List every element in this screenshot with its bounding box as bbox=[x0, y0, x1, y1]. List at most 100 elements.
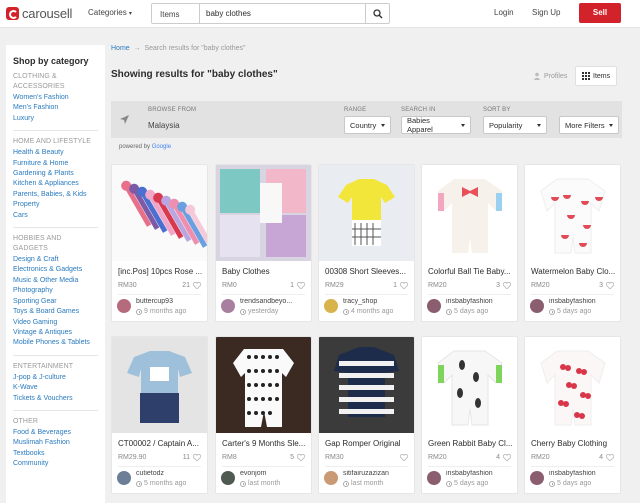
location-button[interactable] bbox=[111, 101, 137, 138]
sidebar-category-link[interactable]: Parents, Babies, & Kids bbox=[13, 190, 98, 200]
listing-title[interactable]: Carter's 9 Months Sle... bbox=[222, 439, 308, 448]
search-input[interactable] bbox=[200, 4, 365, 23]
like-button[interactable] bbox=[397, 454, 408, 461]
sidebar-category-link[interactable]: Community bbox=[13, 459, 98, 469]
seller-avatar[interactable] bbox=[324, 471, 338, 485]
like-button[interactable]: 5 bbox=[290, 454, 305, 461]
sidebar-category-link[interactable]: Textbooks bbox=[13, 449, 98, 459]
listing-title[interactable]: Colorful Ball Tie Baby... bbox=[428, 267, 514, 276]
sidebar-category-link[interactable]: K-Wave bbox=[13, 383, 98, 393]
sidebar-category-link[interactable]: Property bbox=[13, 200, 98, 210]
seller-name[interactable]: cutietodz bbox=[136, 470, 204, 477]
like-button[interactable]: 11 bbox=[183, 454, 201, 461]
sidebar-category-link[interactable]: Electronics & Gadgets bbox=[13, 265, 98, 275]
seller-name[interactable]: tracy_shop bbox=[343, 298, 411, 305]
listing-title[interactable]: CT00002 / Captain A... bbox=[118, 439, 204, 448]
sidebar-category-link[interactable]: Gardening & Plants bbox=[13, 169, 98, 179]
carousell-logo[interactable]: carousell bbox=[6, 6, 72, 21]
listing-title[interactable]: Cherry Baby Clothing bbox=[531, 439, 617, 448]
like-button[interactable]: 21 bbox=[182, 282, 201, 289]
listing-card[interactable]: Gap Romper Original RM30 sitifairuzazizan l… bbox=[318, 336, 415, 494]
listing-photo[interactable] bbox=[319, 165, 414, 261]
sidebar-category-link[interactable]: Sporting Gear bbox=[13, 297, 98, 307]
profiles-toggle[interactable]: Profiles bbox=[527, 66, 573, 86]
items-toggle[interactable]: Items bbox=[575, 66, 618, 86]
listing-title[interactable]: 00308 Short Sleeves... bbox=[325, 267, 411, 276]
listing-photo[interactable] bbox=[112, 165, 207, 261]
listing-photo[interactable] bbox=[422, 337, 517, 433]
like-button[interactable]: 4 bbox=[496, 454, 511, 461]
breadcrumb-home[interactable]: Home bbox=[111, 45, 130, 52]
listing-photo[interactable] bbox=[422, 165, 517, 261]
listing-card[interactable]: CT00002 / Captain A... RM29.90 11 cutietodz… bbox=[111, 336, 208, 494]
listing-card[interactable]: Colorful Ball Tie Baby... RM20 3 irisbabyfa… bbox=[421, 164, 518, 322]
seller-name[interactable]: trendsandbeyo... bbox=[240, 298, 308, 305]
sidebar-category-link[interactable]: Furniture & Home bbox=[13, 159, 98, 169]
sidebar-category-link[interactable]: Tickets & Vouchers bbox=[13, 394, 98, 404]
listing-photo[interactable] bbox=[216, 165, 311, 261]
search-in-select[interactable]: Babies Apparel bbox=[401, 116, 471, 134]
seller-avatar[interactable] bbox=[427, 471, 441, 485]
listing-title[interactable]: Green Rabbit Baby Cl... bbox=[428, 439, 514, 448]
login-link[interactable]: Login bbox=[494, 8, 514, 17]
sidebar-category-link[interactable]: Muslimah Fashion bbox=[13, 438, 98, 448]
sidebar-category-link[interactable]: Photography bbox=[13, 286, 98, 296]
listing-photo[interactable] bbox=[319, 337, 414, 433]
seller-name[interactable]: sitifairuzazizan bbox=[343, 470, 411, 477]
signup-link[interactable]: Sign Up bbox=[532, 8, 560, 17]
listing-photo[interactable] bbox=[525, 165, 620, 261]
listing-photo[interactable] bbox=[525, 337, 620, 433]
seller-name[interactable]: irisbabyfashion bbox=[549, 470, 617, 477]
sidebar-category-link[interactable]: Luxury bbox=[13, 114, 98, 124]
sidebar-category-link[interactable]: Video Gaming bbox=[13, 318, 98, 328]
search-button[interactable] bbox=[365, 4, 389, 23]
more-filters-button[interactable]: More Filters bbox=[559, 116, 619, 134]
listing-card[interactable]: Watermelon Baby Clo... RM20 3 irisbabyfashi… bbox=[524, 164, 621, 322]
seller-name[interactable]: irisbabyfashion bbox=[446, 298, 514, 305]
listing-photo[interactable] bbox=[112, 337, 207, 433]
seller-avatar[interactable] bbox=[117, 471, 131, 485]
sidebar-category-link[interactable]: Men's Fashion bbox=[13, 103, 98, 113]
sidebar-category-link[interactable]: Toys & Board Games bbox=[13, 307, 98, 317]
like-button[interactable]: 3 bbox=[599, 282, 614, 289]
seller-avatar[interactable] bbox=[221, 299, 235, 313]
listing-title[interactable]: [inc.Pos] 10pcs Rose ... bbox=[118, 267, 204, 276]
seller-avatar[interactable] bbox=[530, 471, 544, 485]
sort-select[interactable]: Popularity bbox=[483, 116, 547, 134]
browse-from-value[interactable]: Malaysia bbox=[148, 121, 180, 130]
listing-title[interactable]: Gap Romper Original bbox=[325, 439, 411, 448]
range-select[interactable]: Country bbox=[344, 116, 391, 134]
sidebar-category-link[interactable]: Design & Craft bbox=[13, 255, 98, 265]
seller-name[interactable]: buttercup93 bbox=[136, 298, 204, 305]
sidebar-category-link[interactable]: Kitchen & Appliances bbox=[13, 179, 98, 189]
seller-name[interactable]: irisbabyfashion bbox=[549, 298, 617, 305]
seller-avatar[interactable] bbox=[324, 299, 338, 313]
listing-card[interactable]: Carter's 9 Months Sle... RM8 5 evonjom last … bbox=[215, 336, 312, 494]
listing-title[interactable]: Baby Clothes bbox=[222, 267, 308, 276]
like-button[interactable]: 1 bbox=[393, 282, 408, 289]
like-button[interactable]: 1 bbox=[290, 282, 305, 289]
listing-card[interactable]: Baby Clothes RM0 1 trendsandbeyo... yesterda… bbox=[215, 164, 312, 322]
sidebar-category-link[interactable]: Health & Beauty bbox=[13, 148, 98, 158]
listing-photo[interactable] bbox=[216, 337, 311, 433]
like-button[interactable]: 4 bbox=[599, 454, 614, 461]
seller-avatar[interactable] bbox=[530, 299, 544, 313]
categories-dropdown[interactable]: Categories ▾ bbox=[88, 8, 132, 17]
like-button[interactable]: 3 bbox=[496, 282, 511, 289]
listing-title[interactable]: Watermelon Baby Clo... bbox=[531, 267, 617, 276]
sidebar-category-link[interactable]: Vintage & Antiques bbox=[13, 328, 98, 338]
seller-avatar[interactable] bbox=[221, 471, 235, 485]
seller-name[interactable]: evonjom bbox=[240, 470, 308, 477]
seller-avatar[interactable] bbox=[117, 299, 131, 313]
seller-name[interactable]: irisbabyfashion bbox=[446, 470, 514, 477]
sidebar-category-link[interactable]: Music & Other Media bbox=[13, 276, 98, 286]
listing-card[interactable]: [inc.Pos] 10pcs Rose ... RM30 21 buttercup9… bbox=[111, 164, 208, 322]
listing-card[interactable]: 00308 Short Sleeves... RM29 1 tracy_shop 4 m… bbox=[318, 164, 415, 322]
sidebar-category-link[interactable]: J-pop & J-culture bbox=[13, 373, 98, 383]
sidebar-category-link[interactable]: Cars bbox=[13, 211, 98, 221]
sidebar-category-link[interactable]: Food & Beverages bbox=[13, 428, 98, 438]
listing-card[interactable]: Green Rabbit Baby Cl... RM20 4 irisbabyfash… bbox=[421, 336, 518, 494]
sell-button[interactable]: Sell bbox=[579, 3, 621, 23]
sidebar-category-link[interactable]: Women's Fashion bbox=[13, 93, 98, 103]
listing-card[interactable]: Cherry Baby Clothing RM20 4 irisbabyfashion… bbox=[524, 336, 621, 494]
